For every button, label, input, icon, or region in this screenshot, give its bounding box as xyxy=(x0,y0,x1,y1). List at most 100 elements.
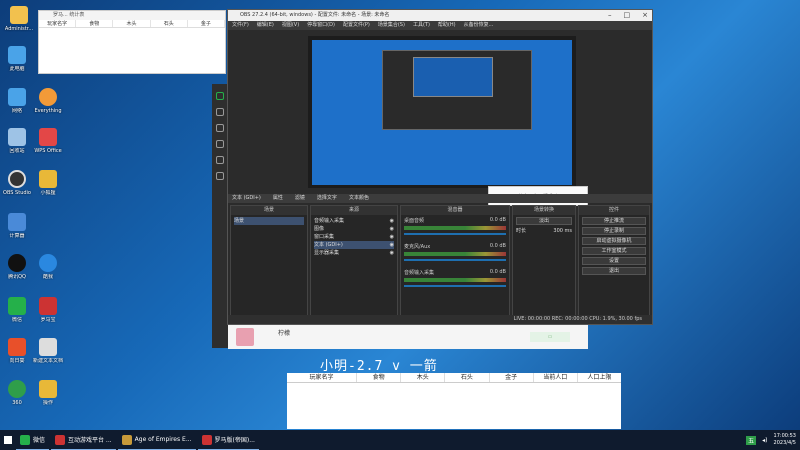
desktop-icon-fox[interactable]: 小狐狸 xyxy=(31,170,65,196)
chat-window[interactable]: 柠檬 ▭ xyxy=(228,325,588,349)
nested-desktop-capture xyxy=(312,40,572,185)
desktop-icon-computer[interactable]: 此电脑 xyxy=(0,46,34,72)
select-text-button[interactable]: 选择文字 xyxy=(317,194,337,203)
contacts-icon[interactable] xyxy=(216,108,224,116)
desktop-icon-everything[interactable]: Everything xyxy=(31,88,65,114)
close-icon[interactable]: × xyxy=(642,10,648,21)
app-icon xyxy=(201,434,212,445)
desktop-icon-kuwo[interactable]: 酷我 xyxy=(31,254,65,280)
preview-canvas[interactable]: 分享平台开播成功 xyxy=(308,36,588,206)
desktop-icon-textfile[interactable]: 新建文本文档 xyxy=(31,338,65,364)
menu-scene-collection[interactable]: 场景集合(S) xyxy=(378,21,405,30)
column-header: 人口上限 xyxy=(587,374,612,381)
filters-button[interactable]: 滤镜 xyxy=(295,194,305,203)
desktop-icon-qq[interactable]: 腾讯QQ xyxy=(0,254,34,280)
menu-restore[interactable]: 从备份恢复... xyxy=(464,21,494,30)
desktop-icon-wechat[interactable]: 微信 xyxy=(0,297,34,323)
duration-label: 时长 xyxy=(516,228,527,234)
window-title: 罗马... 统计表 xyxy=(39,11,225,20)
stop-streaming-button[interactable]: 停止推流 xyxy=(582,217,646,225)
exit-button[interactable]: 退出 xyxy=(582,267,646,275)
spreadsheet-window-bottom[interactable]: 玩家名字 食物 木头 石头 金子 当前人口 人口上限 xyxy=(287,373,621,429)
sheet-header-row: 玩家名字 食物 木头 石头 金子 xyxy=(39,20,226,28)
desktop-icon-obs[interactable]: OBS Studio xyxy=(0,170,34,196)
eye-icon[interactable]: ◉ xyxy=(390,233,394,241)
moments-icon[interactable] xyxy=(216,156,224,164)
desktop-icon-luoma[interactable]: 罗马宝 xyxy=(31,297,65,323)
scenes-panel: 场景 场景 xyxy=(230,205,308,323)
settings-button[interactable]: 设置 xyxy=(582,257,646,265)
eye-icon[interactable]: ◉ xyxy=(390,225,394,233)
volume-slider[interactable] xyxy=(404,285,506,287)
ime-indicator[interactable]: 五 xyxy=(746,435,757,445)
volume-slider[interactable] xyxy=(404,233,506,235)
folder-icon[interactable] xyxy=(216,140,224,148)
taskbar-item-wechat[interactable]: 微信 xyxy=(16,430,50,450)
volume-slider[interactable] xyxy=(404,259,506,261)
studio-mode-button[interactable]: 工作室模式 xyxy=(582,247,646,255)
stop-recording-button[interactable]: 停止录制 xyxy=(582,227,646,235)
transition-select[interactable]: 淡出 xyxy=(516,217,572,225)
maximize-icon[interactable]: □ xyxy=(624,10,631,21)
favorites-icon[interactable] xyxy=(216,124,224,132)
minimize-icon[interactable]: – xyxy=(608,10,612,21)
taskbar-item-luoma[interactable]: 罗马版(帝国)... xyxy=(197,430,259,450)
taskbar-item-platform[interactable]: 互动游戏平台 ... xyxy=(51,430,116,450)
chat-icon[interactable] xyxy=(216,92,224,100)
sunflower-icon xyxy=(8,338,26,356)
source-item[interactable]: 图像 ◉ xyxy=(314,225,394,233)
mixer-channel: 麦克风/Aux 0.0 dB xyxy=(404,243,506,261)
eye-icon[interactable]: ◉ xyxy=(390,249,394,257)
desktop-icon-360[interactable]: 360 xyxy=(0,380,34,406)
volume-meter xyxy=(404,278,506,282)
obs-window[interactable]: OBS 27.2.4 (64-bit, windows) - 配置文件: 未命名… xyxy=(227,9,653,325)
miniprogram-icon[interactable] xyxy=(216,172,224,180)
desktop-icon-wps[interactable]: WPS Office xyxy=(31,128,65,154)
source-item[interactable]: 窗口采集 ◉ xyxy=(314,233,394,241)
desktop-icon-admin[interactable]: Administr... xyxy=(2,6,36,32)
panel-header: 场景 xyxy=(231,206,307,215)
eye-icon[interactable]: ◉ xyxy=(390,241,394,249)
text-color-button[interactable]: 文本颜色 xyxy=(349,194,369,203)
clock[interactable]: 17:00:53 2023/4/5 xyxy=(774,433,796,447)
transitions-panel: 场景转换 淡出 时长 300 ms xyxy=(512,205,576,323)
nested-obs-capture-inner xyxy=(413,57,493,97)
desktop-icon-sunflower[interactable]: 向日葵 xyxy=(0,338,34,364)
spreadsheet-window-top[interactable]: 罗马... 统计表 玩家名字 食物 木头 石头 金子 xyxy=(38,10,226,74)
eye-icon[interactable]: ◉ xyxy=(390,217,394,225)
house-icon xyxy=(39,380,57,398)
desktop-icon-calculator[interactable]: 计算器 xyxy=(0,213,34,239)
system-tray: 五 ◂) 17:00:53 2023/4/5 xyxy=(746,430,796,450)
menu-edit[interactable]: 编辑(E) xyxy=(257,21,274,30)
menu-file[interactable]: 文件(F) xyxy=(232,21,249,30)
menu-tools[interactable]: 工具(T) xyxy=(413,21,430,30)
desktop-icon-op[interactable]: 操作 xyxy=(31,380,65,406)
start-button[interactable] xyxy=(0,430,16,450)
send-button[interactable]: ▭ xyxy=(530,332,570,342)
source-item[interactable]: 显示器采集 ◉ xyxy=(314,249,394,257)
virtual-camera-button[interactable]: 启动虚拟摄像机 xyxy=(582,237,646,245)
source-item[interactable]: 文本 (GDI+) ◉ xyxy=(314,241,394,249)
menu-profile[interactable]: 配置文件(P) xyxy=(343,21,370,30)
properties-button[interactable]: 属性 xyxy=(273,194,283,203)
panel-header: 混音器 xyxy=(401,206,509,215)
taskbar-item-aoe[interactable]: Age of Empires E... xyxy=(117,430,196,450)
menu-help[interactable]: 帮助(H) xyxy=(438,21,456,30)
duration-input[interactable]: 300 ms xyxy=(553,227,572,235)
avatar[interactable] xyxy=(236,328,254,346)
menu-view[interactable]: 视图(V) xyxy=(282,21,299,30)
menu-docks[interactable]: 停靠窗口(D) xyxy=(307,21,335,30)
speaker-icon[interactable]: ◂) xyxy=(762,437,767,444)
volume-meter xyxy=(404,252,506,256)
column-header: 食物 xyxy=(76,20,114,27)
column-header: 玩家名字 xyxy=(39,20,77,27)
column-header: 当前人口 xyxy=(534,373,578,382)
window-title: OBS 27.2.4 (64-bit, windows) - 配置文件: 未命名… xyxy=(240,12,390,18)
desktop-icon-network[interactable]: 网络 xyxy=(0,88,34,114)
scene-item[interactable]: 场景 xyxy=(234,217,304,225)
chat-sidebar xyxy=(212,84,228,348)
panel-header: 控件 xyxy=(579,206,649,215)
desktop-icon-recycle[interactable]: 回收站 xyxy=(0,128,34,154)
fox-icon xyxy=(39,170,57,188)
source-item[interactable]: 音频输入采集 ◉ xyxy=(314,217,394,225)
